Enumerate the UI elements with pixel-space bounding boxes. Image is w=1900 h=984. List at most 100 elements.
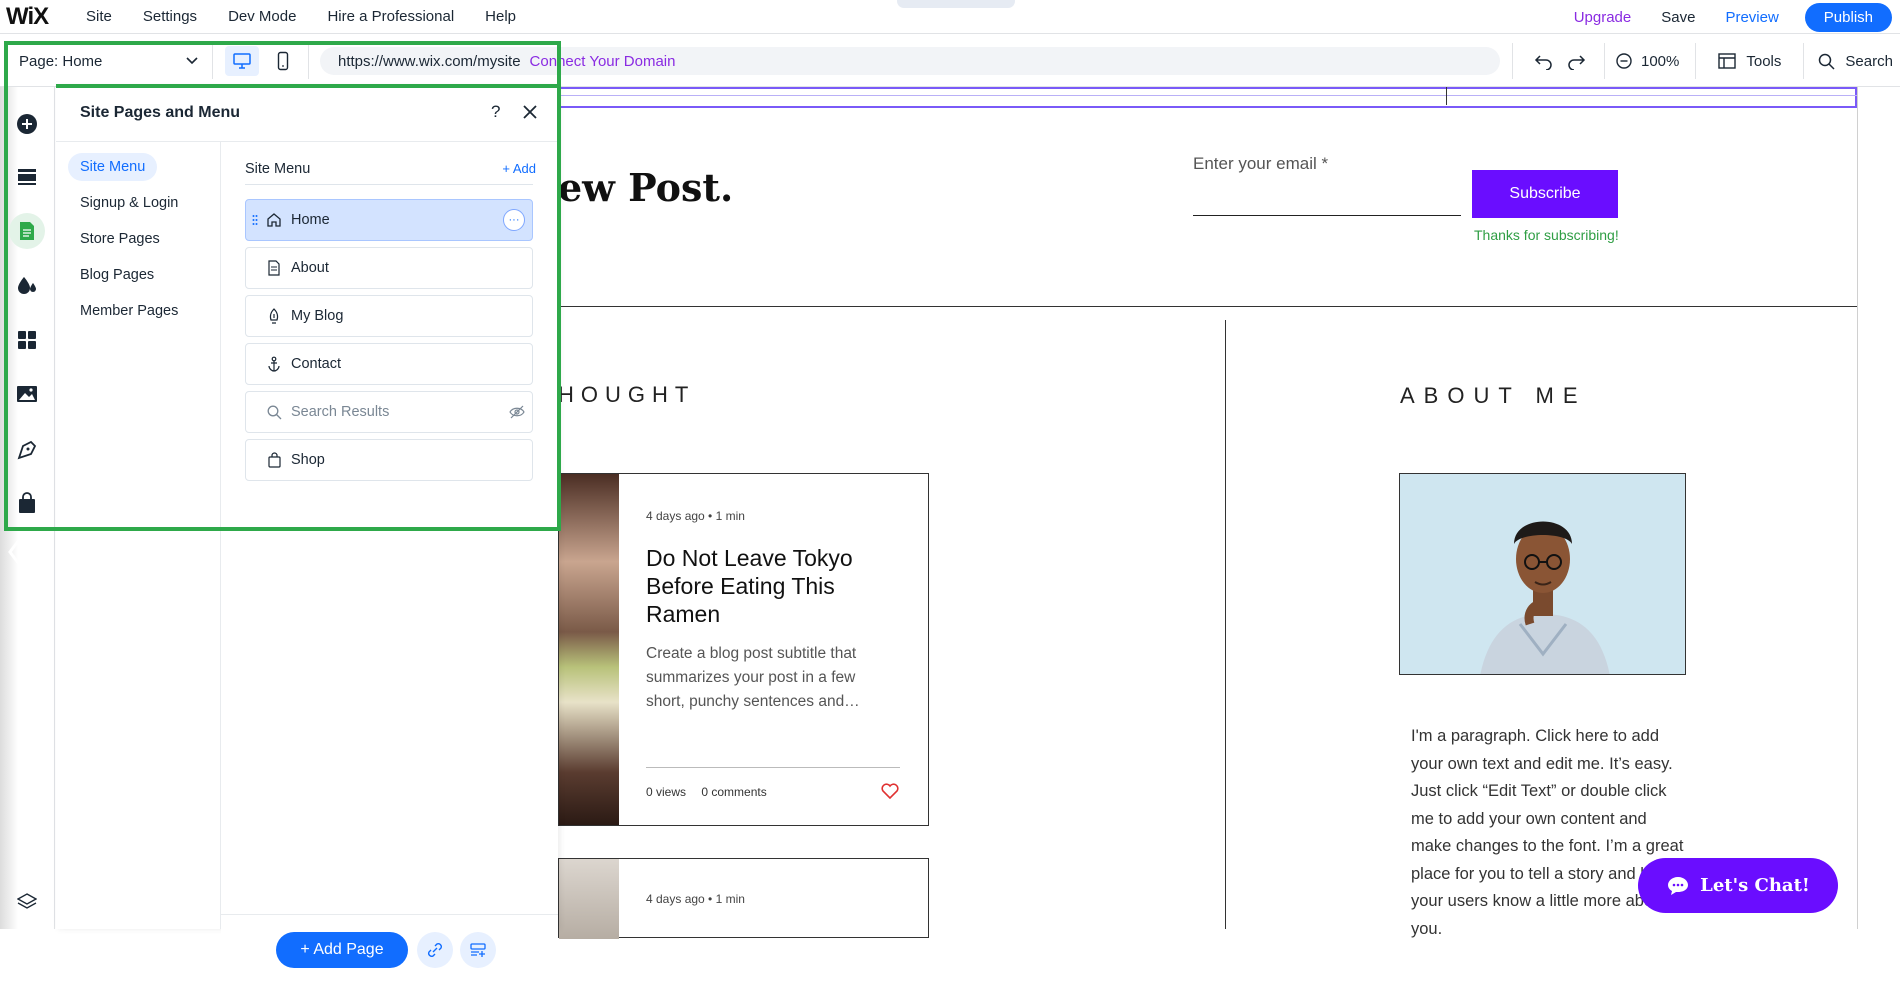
hidden-eye-icon[interactable] bbox=[509, 405, 525, 419]
post-comments[interactable]: 0 comments bbox=[701, 785, 766, 799]
wix-logo[interactable]: WiX bbox=[6, 3, 86, 31]
upgrade-link[interactable]: Upgrade bbox=[1574, 9, 1632, 26]
bag-icon bbox=[19, 492, 35, 513]
headline-text[interactable]: ew Post. bbox=[558, 165, 733, 210]
category-site-menu[interactable]: Site Menu bbox=[68, 153, 158, 181]
page-item-shop[interactable]: Shop bbox=[245, 439, 533, 481]
search-icon bbox=[1819, 53, 1835, 70]
search-button[interactable]: Search bbox=[1818, 53, 1893, 70]
about-paragraph[interactable]: I'm a paragraph. Click here to add your … bbox=[1411, 723, 1686, 943]
add-page-button[interactable]: + Add Page bbox=[276, 932, 408, 968]
divider bbox=[1604, 43, 1605, 79]
post-stats: 0 views 0 comments bbox=[646, 785, 767, 799]
post-image[interactable] bbox=[559, 474, 619, 825]
media-button[interactable] bbox=[12, 379, 42, 409]
preview-button[interactable]: Preview bbox=[1725, 9, 1778, 26]
page-item-search-results[interactable]: Search Results bbox=[245, 391, 533, 433]
category-blog-pages[interactable]: Blog Pages bbox=[68, 261, 166, 289]
tools-label: Tools bbox=[1746, 52, 1782, 70]
email-field-label[interactable]: Enter your email * bbox=[1193, 154, 1328, 174]
section-heading-about[interactable]: ABOUT ME bbox=[1400, 383, 1587, 409]
page-label: About bbox=[291, 260, 329, 276]
category-member-pages[interactable]: Member Pages bbox=[68, 297, 190, 325]
more-actions-button[interactable]: ··· bbox=[503, 209, 525, 231]
link-icon bbox=[428, 943, 442, 957]
selection-frame[interactable] bbox=[558, 87, 1857, 108]
blog-post-card[interactable]: 4 days ago • 1 min Do Not Leave Tokyo Be… bbox=[558, 473, 929, 826]
chat-button[interactable]: Let's Chat! bbox=[1638, 858, 1838, 913]
chat-label: Let's Chat! bbox=[1700, 875, 1810, 896]
tools-button[interactable]: Tools bbox=[1718, 53, 1781, 70]
connect-domain-link[interactable]: Connect Your Domain bbox=[530, 53, 676, 70]
editor-toolbar: Page: Home https://www.wix.com/mysite Co… bbox=[0, 35, 1900, 87]
highlight-frame-inner bbox=[56, 84, 559, 88]
menu-settings[interactable]: Settings bbox=[143, 8, 197, 25]
add-elements-button[interactable] bbox=[12, 109, 42, 139]
app-market-button[interactable] bbox=[12, 325, 42, 355]
page-item-about[interactable]: About bbox=[245, 247, 533, 289]
undo-icon bbox=[1534, 55, 1552, 70]
redo-button[interactable] bbox=[1566, 52, 1586, 70]
url-bar: https://www.wix.com/mysite Connect Your … bbox=[320, 47, 1500, 75]
desktop-view-button[interactable] bbox=[225, 46, 259, 76]
email-field[interactable] bbox=[1193, 215, 1461, 216]
add-menu-item-button[interactable]: + Add bbox=[502, 161, 536, 176]
save-button[interactable]: Save bbox=[1661, 9, 1695, 26]
add-folder-button[interactable] bbox=[460, 932, 496, 968]
add-section-button[interactable] bbox=[12, 162, 42, 192]
thanks-message: Thanks for subscribing! bbox=[1474, 227, 1619, 243]
menu-hire-professional[interactable]: Hire a Professional bbox=[327, 8, 454, 25]
undo-button[interactable] bbox=[1534, 52, 1554, 70]
page-name: Home bbox=[62, 52, 103, 70]
zoom-control[interactable]: 100% bbox=[1615, 52, 1679, 70]
page-selector[interactable]: Page: Home bbox=[19, 35, 199, 87]
blog-button[interactable] bbox=[12, 434, 42, 464]
mobile-view-button[interactable] bbox=[273, 46, 293, 76]
publish-button[interactable]: Publish bbox=[1804, 2, 1892, 32]
help-button[interactable]: ? bbox=[491, 102, 500, 122]
close-icon[interactable] bbox=[522, 104, 538, 120]
page-item-contact[interactable]: Contact bbox=[245, 343, 533, 385]
chat-icon bbox=[1668, 876, 1689, 895]
page-item-my-blog[interactable]: My Blog bbox=[245, 295, 533, 337]
drag-handle-icon[interactable] bbox=[252, 214, 258, 226]
image-icon bbox=[17, 386, 37, 402]
page-prefix: Page: bbox=[19, 52, 59, 70]
post-meta: 4 days ago • 1 min bbox=[646, 892, 745, 906]
pen-nib-icon bbox=[17, 440, 37, 460]
sections-icon bbox=[18, 169, 36, 185]
site-url: https://www.wix.com/mysite bbox=[338, 52, 521, 70]
post-meta: 4 days ago • 1 min bbox=[646, 509, 745, 523]
desktop-icon bbox=[233, 53, 251, 69]
heart-icon[interactable] bbox=[881, 783, 899, 799]
design-button[interactable] bbox=[12, 270, 42, 300]
pages-menu-button[interactable] bbox=[9, 213, 45, 249]
blog-post-card[interactable]: 4 days ago • 1 min bbox=[558, 858, 929, 939]
panel-categories: Site Menu Signup & Login Store Pages Blo… bbox=[56, 142, 221, 929]
collapse-arrow-icon[interactable] bbox=[6, 534, 26, 570]
top-bar: WiX Site Settings Dev Mode Hire a Profes… bbox=[0, 0, 1900, 34]
post-image[interactable] bbox=[559, 859, 619, 939]
page-item-home[interactable]: Home ··· bbox=[245, 199, 533, 241]
redo-icon bbox=[1568, 55, 1586, 70]
page-label: Contact bbox=[291, 356, 341, 372]
profile-photo[interactable] bbox=[1399, 473, 1686, 675]
layers-button[interactable] bbox=[12, 887, 42, 917]
tools-icon bbox=[1718, 53, 1737, 69]
plus-circle-icon bbox=[17, 114, 37, 134]
menu-dev-mode[interactable]: Dev Mode bbox=[228, 8, 296, 25]
top-handle[interactable] bbox=[897, 0, 1015, 8]
menu-site[interactable]: Site bbox=[86, 8, 112, 25]
store-button[interactable] bbox=[12, 488, 42, 518]
category-signup-login[interactable]: Signup & Login bbox=[68, 189, 190, 217]
page-label: Shop bbox=[291, 452, 325, 468]
add-link-button[interactable] bbox=[417, 932, 453, 968]
section-heading-left[interactable]: HOUGHT bbox=[558, 382, 695, 408]
post-title[interactable]: Do Not Leave Tokyo Before Eating This Ra… bbox=[646, 544, 906, 628]
category-store-pages[interactable]: Store Pages bbox=[68, 225, 172, 253]
subscribe-button[interactable]: Subscribe bbox=[1472, 170, 1618, 218]
menu-help[interactable]: Help bbox=[485, 8, 516, 25]
left-tool-rail bbox=[0, 87, 55, 929]
pen-nib-icon bbox=[266, 308, 282, 324]
divider bbox=[212, 43, 213, 79]
